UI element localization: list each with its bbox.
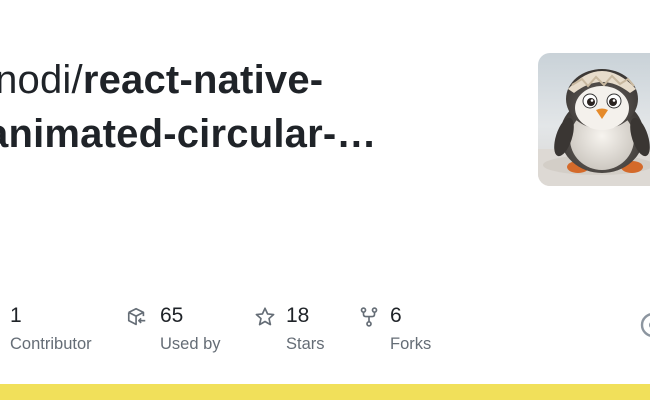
repo-name-line2: animated-circular-…: [0, 112, 377, 156]
package-dependents-icon: [126, 306, 146, 326]
penguin-avatar-icon: [538, 53, 650, 186]
github-icon: [640, 312, 650, 338]
repo-name-line1: react-native-: [82, 58, 324, 102]
repo-title[interactable]: inodi/react-native- animated-circular-…: [0, 53, 526, 161]
stat-label: Forks: [390, 335, 432, 353]
stat-value: 18: [286, 304, 310, 327]
stat-label: Used by: [160, 335, 221, 353]
repo-social-card: inodi/react-native- animated-circular-…: [0, 0, 650, 400]
star-icon: [254, 306, 275, 326]
repo-owner: inodi/: [0, 58, 83, 102]
fork-icon: [358, 306, 378, 327]
stat-value: 6: [390, 304, 402, 327]
language-color-bar: [0, 384, 650, 400]
stat-label: Contributor: [10, 335, 92, 353]
repo-stats: 1 Contributor 65 Used by 18 Stars 6 Fork…: [0, 300, 650, 360]
owner-avatar[interactable]: [538, 53, 650, 186]
stat-label: Stars: [286, 335, 325, 353]
stat-value: 65: [160, 304, 184, 327]
stat-value: 1: [10, 304, 22, 327]
